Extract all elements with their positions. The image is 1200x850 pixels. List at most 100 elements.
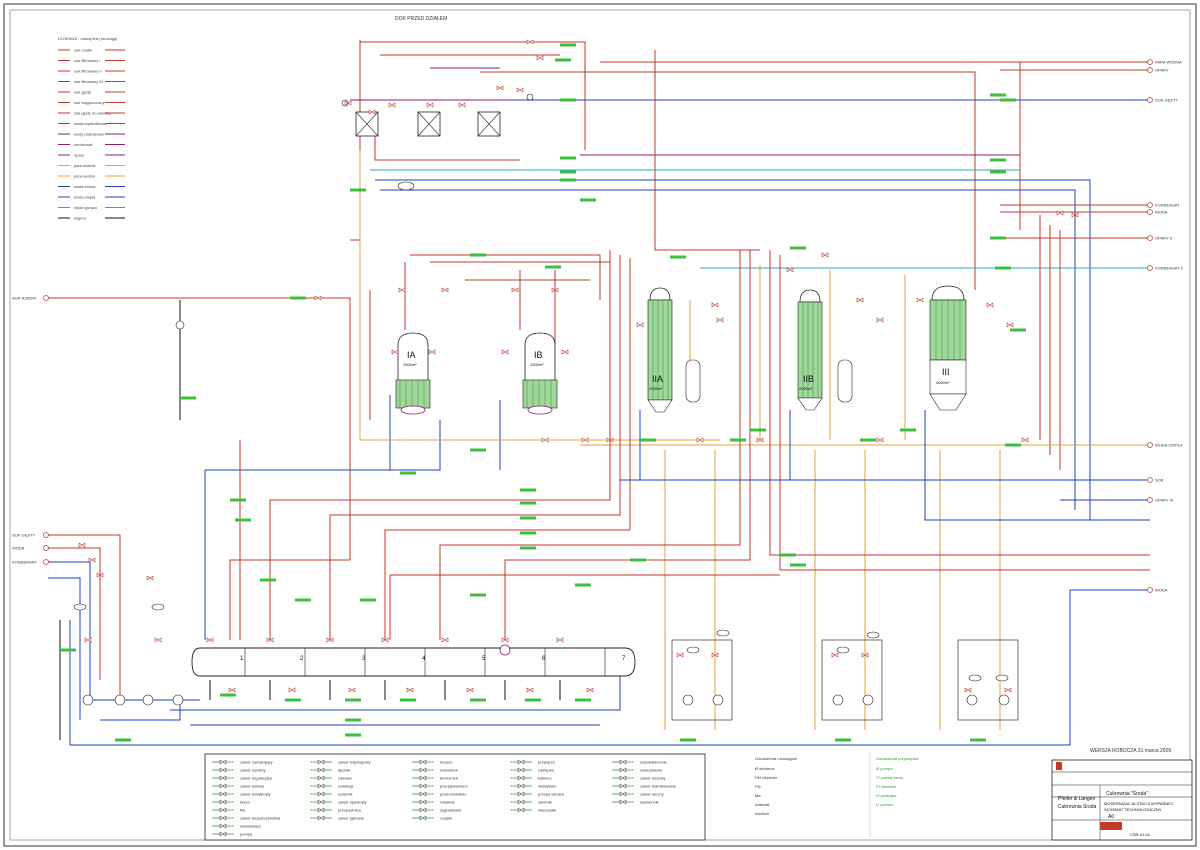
- notes-line: PN: [755, 784, 761, 789]
- line-tag: [860, 438, 876, 442]
- symbol-legend-entry: pompa wirowa: [510, 792, 565, 797]
- line-tag: [350, 188, 366, 192]
- inlet-terminator: [43, 532, 49, 538]
- line-tag: [555, 58, 571, 62]
- outlet-label: OPARY III: [1155, 498, 1173, 503]
- line-tag: [990, 170, 1006, 174]
- line-tag: [900, 428, 916, 432]
- line-tag: [360, 598, 376, 602]
- outlet-label: WODA CIEPŁA: [1155, 443, 1183, 448]
- evap-IIB-area: 2000m²: [799, 386, 813, 391]
- symbol-legend-entry: zawór motylkowy: [212, 792, 270, 797]
- svg-text:przepustnica: przepustnica: [338, 808, 361, 813]
- notes-line: Ø pompa: [876, 766, 893, 771]
- legend-item-label: opary: [74, 153, 84, 158]
- line-tag: [1010, 328, 1026, 332]
- svg-text:filtr: filtr: [240, 808, 246, 813]
- evap-IB-label: IB: [534, 350, 543, 360]
- line-tag: [575, 583, 591, 587]
- legend-item-label: sok filtrowany II: [74, 69, 102, 74]
- tb-company-1: Pfeifer & Langen: [1058, 796, 1095, 802]
- line-tag: [1000, 98, 1016, 102]
- condenser-1: [355, 111, 379, 137]
- line-tag: [520, 516, 536, 520]
- juice-header-tank: 1234567: [191, 644, 636, 677]
- outlet-terminator: [1147, 442, 1153, 448]
- notes-line: DN ciśnienie: [755, 775, 778, 780]
- line-tag: [990, 158, 1006, 162]
- svg-text:mieszadło: mieszadło: [538, 808, 557, 813]
- legend-item-label: sok filtrowany I: [74, 58, 100, 63]
- svg-text:rotametr: rotametr: [440, 800, 456, 805]
- svg-text:zbiornik: zbiornik: [538, 800, 552, 805]
- svg-text:zawór iglicowy: zawór iglicowy: [338, 816, 364, 821]
- legend-item-label: sok gęsty: [74, 90, 91, 95]
- line-tag: [520, 501, 536, 505]
- notes-line: medium: [755, 811, 770, 816]
- line-tag: [670, 255, 686, 259]
- svg-text:kryza: kryza: [240, 800, 250, 805]
- tb-company-2: Cukrownia Środa: [1058, 802, 1097, 810]
- svg-text:zawór mambranowy: zawór mambranowy: [640, 784, 676, 789]
- line-tag: [525, 698, 541, 702]
- legend-item-label: kondensat: [74, 142, 93, 147]
- symbol-legend-entry: poziomowskaz: [412, 792, 466, 797]
- legend-title: LEGENDA - rodzaj linii (rurociągi): [58, 36, 118, 41]
- outlet-terminator: [1147, 265, 1153, 271]
- line-tag: [790, 563, 806, 567]
- legend-item-label: sok zagęszczony: [74, 100, 104, 105]
- svg-text:poziomowskaz: poziomowskaz: [440, 792, 466, 797]
- svg-text:zasuwa: zasuwa: [338, 776, 352, 781]
- outlet-label: SOK GĘSTY: [1155, 98, 1178, 103]
- legend-item-label: wody poprasowe: [74, 132, 105, 137]
- svg-text:zawór kulowy: zawór kulowy: [240, 784, 264, 789]
- svg-text:zawór zwrotny: zawór zwrotny: [240, 768, 266, 773]
- line-tag: [580, 198, 596, 202]
- notes-line: TI pomiar temp.: [876, 775, 904, 780]
- line-tag: [790, 246, 806, 250]
- svg-text:redukcja: redukcja: [338, 784, 354, 789]
- line-tag: [180, 396, 196, 400]
- version-label: WERSJA ROBOCZA 31 marca 2009: [1090, 748, 1171, 754]
- inlet-label: KONDENSAT: [12, 560, 37, 565]
- outlet-terminator: [1147, 209, 1153, 215]
- evap-III-area: 4000m²: [936, 380, 950, 385]
- notes-line: LI poziom: [876, 802, 894, 807]
- outlet-terminator: [1147, 477, 1153, 483]
- svg-text:odpowietrzenie: odpowietrzenie: [640, 760, 668, 765]
- legend-item-label: sok filtrowany III: [74, 79, 103, 84]
- line-tag: [220, 693, 236, 697]
- line-tag: [730, 438, 746, 442]
- svg-text:łącznik: łącznik: [338, 768, 350, 773]
- line-tag: [345, 698, 361, 702]
- svg-text:zawór ręczny: zawór ręczny: [640, 792, 664, 797]
- evap-IIA-area: 2000m²: [649, 386, 663, 391]
- inlet-terminator: [43, 559, 49, 565]
- svg-text:przepływomierz: przepływomierz: [440, 784, 468, 789]
- line-tag: [400, 698, 416, 702]
- line-tag: [560, 170, 576, 174]
- line-tag: [560, 178, 576, 182]
- evap-IA-label: IA: [407, 350, 416, 360]
- outlet-terminator: [1147, 497, 1153, 503]
- outlet-label: OPARY: [1155, 68, 1169, 73]
- svg-text:zawór trójdrogowy: zawór trójdrogowy: [338, 760, 370, 765]
- outlet-terminator: [1147, 97, 1153, 103]
- condenser-2: [417, 111, 441, 137]
- line-tag: [115, 738, 131, 742]
- symbol-legend-entry: odpowietrzenie: [612, 760, 668, 765]
- line-tag: [470, 253, 486, 257]
- symbol-legend: zawór zamykający zawór zwrotny zawór regul…: [204, 753, 706, 841]
- line-tag: [470, 698, 486, 702]
- outlet-label: WODA: [1155, 588, 1168, 593]
- svg-text:termometr: termometr: [440, 776, 459, 781]
- outlet-label: PARA WODNA: [1155, 60, 1182, 65]
- inlet-label: WODA: [12, 546, 25, 551]
- line-tag: [995, 266, 1011, 270]
- svg-text:czujnik: czujnik: [440, 816, 452, 821]
- pid-diagram: DOK PRZED DZIAŁEM LEGENDA - rodzaj linii…: [0, 0, 1200, 850]
- line-tag: [990, 93, 1006, 97]
- tb-drawing-number: CSR-01-01: [1130, 832, 1151, 837]
- evaporator-IA: IA 1000m²: [395, 332, 431, 415]
- line-tag: [560, 43, 576, 47]
